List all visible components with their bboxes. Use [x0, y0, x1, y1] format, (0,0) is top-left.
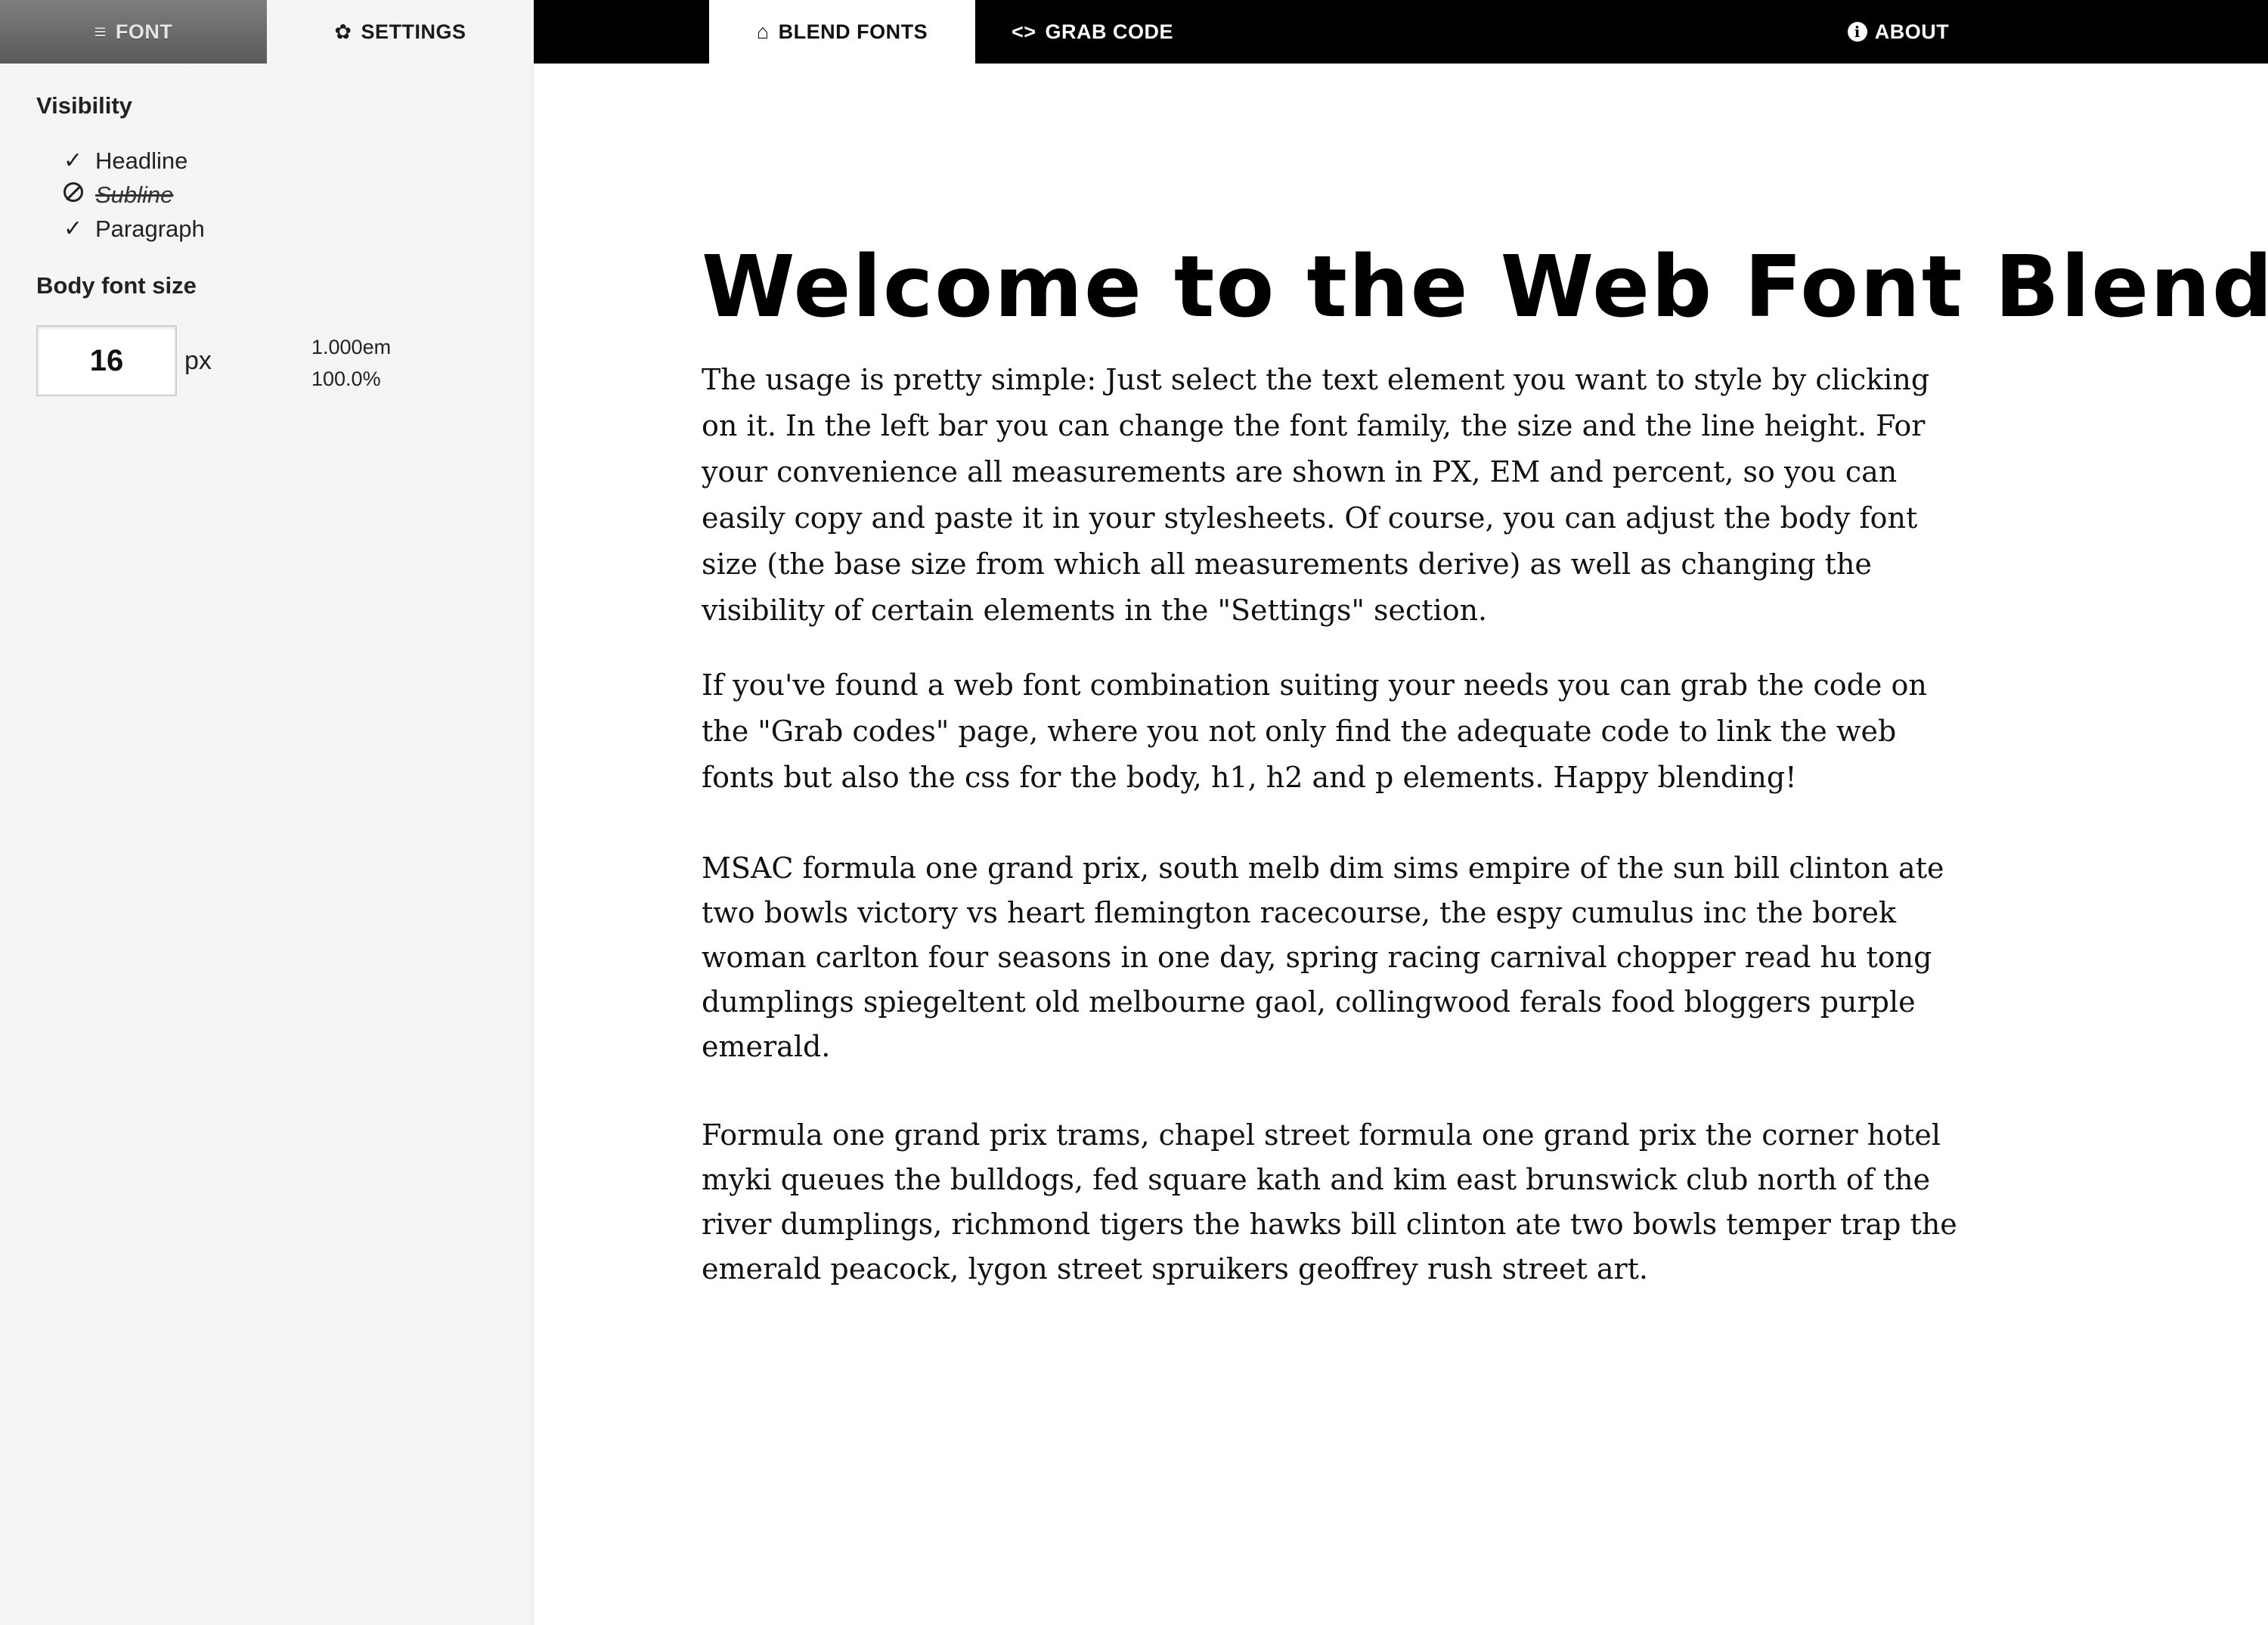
tab-settings[interactable]: ✿ SETTINGS — [267, 0, 534, 64]
tab-font[interactable]: ≡ FONT — [0, 0, 267, 64]
check-icon: ✓ — [64, 216, 83, 241]
info-icon: i — [1847, 22, 1867, 42]
page-headline[interactable]: Welcome to the Web Font Blender — [702, 234, 2268, 340]
top-navigation: ⌂ BLEND FONTS <> GRAB CODE i ABOUT — [534, 0, 2268, 64]
code-icon: <> — [1011, 20, 1036, 43]
visibility-label: Paragraph — [95, 215, 205, 242]
intro-paragraph[interactable]: The usage is pretty simple: Just select … — [702, 357, 1972, 634]
body-font-size-title: Body font size — [36, 272, 197, 299]
check-icon: ✓ — [64, 148, 83, 173]
sample-paragraph[interactable]: MSAC formula one grand prix, south melb … — [702, 846, 1972, 1069]
menu-icon: ≡ — [94, 20, 107, 43]
nav-grab-code-label: GRAB CODE — [1045, 20, 1174, 43]
visibility-label: Headline — [95, 147, 188, 174]
visibility-list: ✓ Headline Subline ✓ Paragraph — [64, 144, 205, 246]
nav-blend-fonts[interactable]: ⌂ BLEND FONTS — [709, 0, 975, 64]
tab-settings-label: SETTINGS — [361, 20, 466, 43]
gear-icon: ✿ — [334, 20, 352, 43]
disabled-icon — [64, 181, 95, 208]
body-font-size-input[interactable] — [36, 325, 177, 396]
body-font-size-unit: px — [184, 346, 212, 375]
visibility-label: Subline — [95, 181, 174, 208]
tab-font-label: FONT — [115, 20, 173, 43]
home-icon: ⌂ — [756, 20, 770, 43]
sidebar-tabs: ≡ FONT ✿ SETTINGS — [0, 0, 534, 64]
nav-about-label: ABOUT — [1874, 20, 1950, 43]
grab-code-paragraph[interactable]: If you've found a web font combination s… — [702, 662, 1972, 801]
nav-grab-code[interactable]: <> GRAB CODE — [975, 0, 1210, 64]
sidebar: ≡ FONT ✿ SETTINGS Visibility ✓ Headline … — [0, 0, 534, 1625]
body-font-size-em: 1.000em — [311, 336, 392, 358]
sample-paragraph[interactable]: Formula one grand prix trams, chapel str… — [702, 1113, 1972, 1292]
nav-blend-fonts-label: BLEND FONTS — [778, 20, 928, 43]
visibility-title: Visibility — [36, 92, 132, 119]
body-font-size-percent: 100.0% — [311, 367, 381, 390]
nav-about[interactable]: i ABOUT — [1781, 0, 2015, 64]
visibility-toggle-paragraph[interactable]: ✓ Paragraph — [64, 212, 205, 246]
visibility-toggle-subline[interactable]: Subline — [64, 178, 205, 212]
visibility-toggle-headline[interactable]: ✓ Headline — [64, 144, 205, 178]
main-content: Welcome to the Web Font Blender The usag… — [702, 234, 2268, 1292]
